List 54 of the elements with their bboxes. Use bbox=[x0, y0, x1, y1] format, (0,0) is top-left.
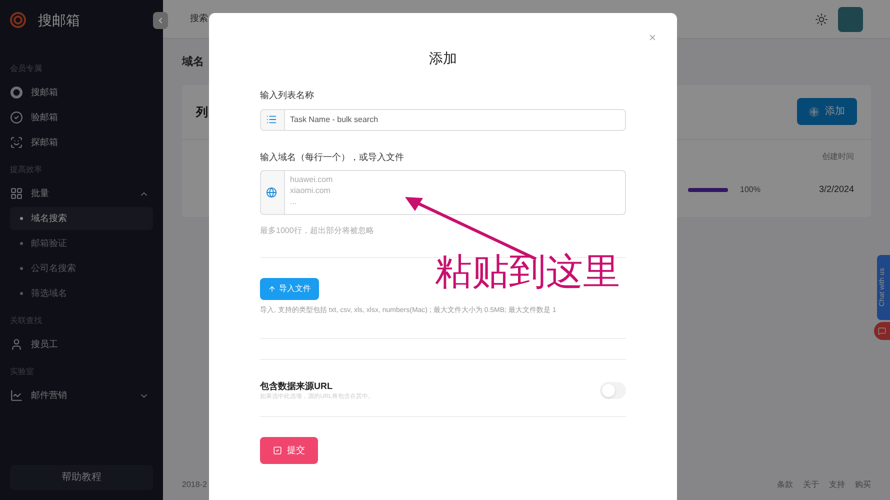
field-label: 输入域名（每行一个），或导入文件 bbox=[260, 150, 405, 164]
add-button[interactable]: 添加 bbox=[797, 98, 857, 125]
upload-icon bbox=[268, 285, 276, 293]
domains-hint: 最多1000行，超出部分将被忽略 bbox=[260, 225, 375, 237]
percent-text: 100% bbox=[740, 184, 760, 196]
submenu-item[interactable]: 公司名搜索 bbox=[10, 257, 153, 280]
copyright-text: 2018-2 bbox=[182, 479, 207, 491]
breadcrumb: 域名 bbox=[182, 54, 204, 70]
person-icon bbox=[10, 338, 23, 351]
domains-text-area[interactable]: huawei.com xiaomi.com ... bbox=[260, 170, 626, 215]
sidebar-item[interactable]: 探邮箱 bbox=[10, 130, 153, 155]
modal-title: 添加 bbox=[429, 49, 457, 68]
check-icon bbox=[273, 446, 282, 455]
theme-icon[interactable] bbox=[815, 12, 828, 26]
footer-link[interactable]: 关于 bbox=[803, 479, 819, 491]
name-input-field[interactable]: Task Name - bulk search bbox=[260, 108, 626, 130]
check-icon bbox=[10, 111, 23, 124]
sidebar-item[interactable]: 邮件营销 bbox=[10, 383, 153, 408]
close-icon[interactable] bbox=[648, 33, 657, 42]
sidebar-item[interactable]: 搜员工 bbox=[10, 332, 153, 357]
footer-link[interactable]: 条款 bbox=[777, 479, 793, 491]
list-icon bbox=[266, 114, 277, 124]
column-header: 创建时间 bbox=[822, 151, 854, 163]
field-label: 输入列表名称 bbox=[260, 89, 315, 102]
grid-icon bbox=[10, 187, 23, 200]
plus-icon bbox=[809, 106, 819, 116]
brand-name: 搜邮箱 bbox=[38, 10, 80, 30]
logo-icon bbox=[10, 12, 26, 28]
created-date: 3/2/2024 bbox=[818, 182, 854, 196]
annotation-text: 粘贴到这里 bbox=[435, 250, 620, 294]
submenu-item[interactable]: 邮箱验证 bbox=[10, 232, 153, 255]
source-url-toggle[interactable] bbox=[600, 382, 626, 400]
submenu-item[interactable]: 域名搜索 bbox=[10, 207, 153, 230]
help-button[interactable]: 帮助教程 bbox=[10, 465, 153, 490]
footer-link[interactable]: 支持 bbox=[829, 479, 845, 491]
submenu-item[interactable]: 筛选域名 bbox=[10, 282, 153, 305]
option-label: 包含数据来源URL bbox=[260, 380, 334, 392]
top-tab[interactable]: 搜索 bbox=[190, 12, 208, 26]
chat-icon bbox=[878, 327, 886, 335]
avatar-placeholder[interactable] bbox=[838, 6, 863, 32]
sidebar-item[interactable]: 批量 bbox=[10, 181, 153, 206]
chart-icon bbox=[10, 389, 23, 402]
card-title: 列 bbox=[196, 104, 208, 120]
sidebar-item[interactable]: 验邮箱 bbox=[10, 105, 153, 130]
scan-icon bbox=[10, 136, 23, 149]
submit-button[interactable]: 提交 bbox=[260, 437, 318, 464]
chat-button[interactable] bbox=[874, 322, 890, 340]
globe-icon bbox=[266, 187, 277, 198]
chevron-left-icon bbox=[156, 16, 165, 25]
ring-icon bbox=[10, 86, 23, 99]
import-button[interactable]: 导入文件 bbox=[260, 278, 319, 300]
collapse-button[interactable] bbox=[153, 12, 168, 29]
sidebar-item[interactable]: 搜邮箱 bbox=[10, 80, 153, 105]
footer-link[interactable]: 购买 bbox=[855, 479, 871, 491]
